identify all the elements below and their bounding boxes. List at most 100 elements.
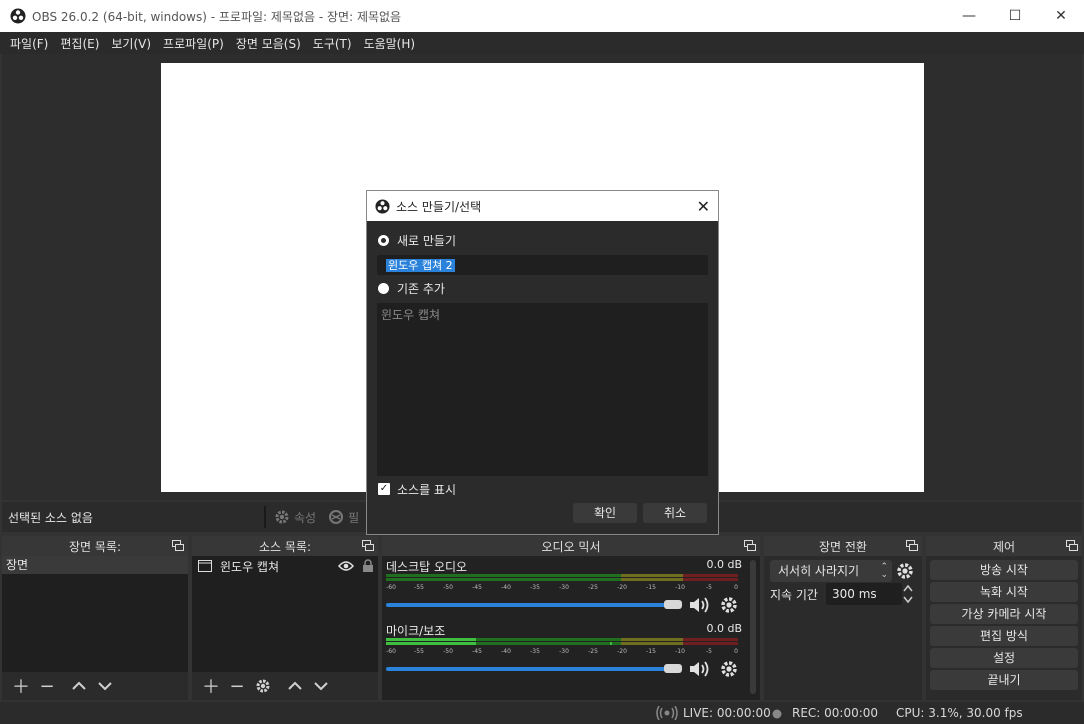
channel-db: 0.0 dB xyxy=(706,558,742,571)
move-down-icon[interactable] xyxy=(308,675,334,697)
tick-label: -40 xyxy=(501,648,511,655)
settings-button[interactable]: 설정 xyxy=(930,648,1078,668)
spin-box-arrows-icon[interactable] xyxy=(902,583,914,605)
properties-label: 속성 xyxy=(294,510,317,525)
controls-dock: 제어 방송 시작 녹화 시작 가상 카메라 시작 편집 방식 설정 끝내기 xyxy=(926,536,1082,700)
status-bar: LIVE: 00:00:00 REC: 00:00:00 CPU: 3.1%, … xyxy=(0,702,1084,724)
dock-float-icon[interactable] xyxy=(906,540,918,552)
menu-file[interactable]: 파일(F) xyxy=(5,35,54,52)
sources-list[interactable]: 윈도우 캡쳐 xyxy=(192,556,378,672)
window-titlebar: OBS 26.0.2 (64-bit, windows) - 프로파일: 제목없… xyxy=(0,0,1084,32)
move-up-icon[interactable] xyxy=(282,675,308,697)
speaker-icon[interactable] xyxy=(688,660,712,678)
scenes-dock: 장면 목록: 장면 ＋ − xyxy=(2,536,188,700)
tick-label: -15 xyxy=(646,648,656,655)
gear-icon[interactable] xyxy=(720,660,738,678)
gear-icon[interactable] xyxy=(720,596,738,614)
filters-button[interactable]: 필 xyxy=(328,509,359,526)
volume-meter xyxy=(386,578,738,581)
volume-slider[interactable] xyxy=(386,667,676,671)
tick-label: -25 xyxy=(588,648,598,655)
add-scene-icon[interactable]: ＋ xyxy=(8,675,34,698)
sources-toolbar: ＋ − xyxy=(192,672,378,700)
audio-mixer-header: 오디오 믹서 xyxy=(382,536,760,556)
existing-sources-list[interactable]: 윈도우 캡쳐 xyxy=(377,303,708,476)
channel-name: 마이크/보조 xyxy=(386,624,446,638)
dock-float-icon[interactable] xyxy=(1066,540,1078,552)
duration-label: 지속 기간 xyxy=(770,588,818,602)
start-virtual-camera-button[interactable]: 가상 카메라 시작 xyxy=(930,604,1078,624)
obs-logo-icon xyxy=(10,8,26,24)
volume-slider-handle[interactable] xyxy=(664,664,682,673)
move-up-icon[interactable] xyxy=(66,675,92,697)
dialog-title: 소스 만들기/선택 xyxy=(396,199,482,214)
tick-label: -20 xyxy=(617,648,627,655)
start-recording-button[interactable]: 녹화 시작 xyxy=(930,582,1078,602)
menu-edit[interactable]: 편집(E) xyxy=(55,35,105,52)
move-down-icon[interactable] xyxy=(92,675,118,697)
tick-label: -5 xyxy=(706,648,712,655)
show-source-checkbox[interactable]: ✓ xyxy=(378,483,390,495)
speaker-icon[interactable] xyxy=(688,596,712,614)
source-list-item[interactable]: 윈도우 캡쳐 xyxy=(192,556,378,576)
context-separator xyxy=(264,506,266,528)
transitions-header: 장면 전환 xyxy=(764,536,922,556)
scenes-list[interactable]: 장면 xyxy=(2,556,188,672)
scenes-dock-header: 장면 목록: xyxy=(2,536,188,556)
tick-label: -30 xyxy=(559,648,569,655)
volume-slider[interactable] xyxy=(386,603,676,607)
mixer-scrollbar[interactable] xyxy=(750,560,756,694)
dialog-close-icon[interactable]: ✕ xyxy=(697,197,710,216)
filters-label: 필 xyxy=(348,510,360,525)
remove-source-icon[interactable]: − xyxy=(224,675,250,697)
tick-label: -5 xyxy=(706,584,712,591)
sources-dock-title: 소스 목록: xyxy=(258,539,312,554)
menu-profile[interactable]: 프로파일(P) xyxy=(158,35,230,52)
tick-label: -50 xyxy=(443,584,453,591)
dialog-titlebar: 소스 만들기/선택 ✕ xyxy=(367,191,718,221)
transitions-title: 장면 전환 xyxy=(819,539,867,554)
dock-float-icon[interactable] xyxy=(744,540,756,552)
add-source-icon[interactable]: ＋ xyxy=(198,675,224,698)
obs-logo-icon xyxy=(375,198,390,214)
cancel-button[interactable]: 취소 xyxy=(643,503,707,523)
volume-slider-handle[interactable] xyxy=(664,600,682,609)
transition-select[interactable]: 서서히 사라지기 ⌃ ⌄ xyxy=(770,560,892,582)
source-settings-icon[interactable] xyxy=(250,675,276,697)
ok-button[interactable]: 확인 xyxy=(573,503,637,523)
tick-label: 0 xyxy=(734,648,738,655)
show-source-label: 소스를 표시 xyxy=(397,483,457,497)
tick-label: -45 xyxy=(472,584,482,591)
menu-help[interactable]: 도움말(H) xyxy=(359,35,422,52)
remove-scene-icon[interactable]: − xyxy=(34,675,60,697)
minimize-button[interactable]: — xyxy=(946,0,992,32)
duration-input[interactable]: 300 ms xyxy=(826,583,902,605)
existing-source-item[interactable]: 윈도우 캡쳐 xyxy=(381,306,440,323)
dock-float-icon[interactable] xyxy=(172,540,184,552)
menu-view[interactable]: 보기(V) xyxy=(106,35,157,52)
tick-label: -55 xyxy=(414,648,424,655)
maximize-button[interactable]: ☐ xyxy=(992,0,1038,32)
properties-button[interactable]: 속성 xyxy=(274,509,316,526)
scene-list-item[interactable]: 장면 xyxy=(2,556,188,574)
menu-scene-collection[interactable]: 장면 모음(S) xyxy=(231,35,307,52)
start-streaming-button[interactable]: 방송 시작 xyxy=(930,560,1078,580)
source-name-input[interactable]: 윈도우 캡쳐 2 xyxy=(377,255,708,275)
lock-icon[interactable] xyxy=(362,559,374,573)
tick-label: 0 xyxy=(734,584,738,591)
dock-float-icon[interactable] xyxy=(362,540,374,552)
studio-mode-button[interactable]: 편집 방식 xyxy=(930,626,1078,646)
source-create-dialog: 소스 만들기/선택 ✕ 새로 만들기 윈도우 캡쳐 2 기존 추가 윈도우 캡쳐… xyxy=(366,190,719,535)
add-existing-radio[interactable] xyxy=(378,283,389,294)
close-button[interactable]: ✕ xyxy=(1038,0,1084,32)
menu-tools[interactable]: 도구(T) xyxy=(308,35,358,52)
window-title: OBS 26.0.2 (64-bit, windows) - 프로파일: 제목없… xyxy=(32,9,402,24)
window-capture-icon xyxy=(198,560,212,572)
gear-icon[interactable] xyxy=(896,562,914,580)
mixer-channel-mic: 마이크/보조 0.0 dB -60 -55 -50 -45 -40 -35 -3… xyxy=(386,622,742,682)
visibility-eye-icon[interactable] xyxy=(338,560,354,572)
create-new-radio[interactable] xyxy=(378,235,389,246)
exit-button[interactable]: 끝내기 xyxy=(930,670,1078,690)
volume-meter xyxy=(386,642,738,645)
live-timer: LIVE: 00:00:00 xyxy=(683,706,771,720)
